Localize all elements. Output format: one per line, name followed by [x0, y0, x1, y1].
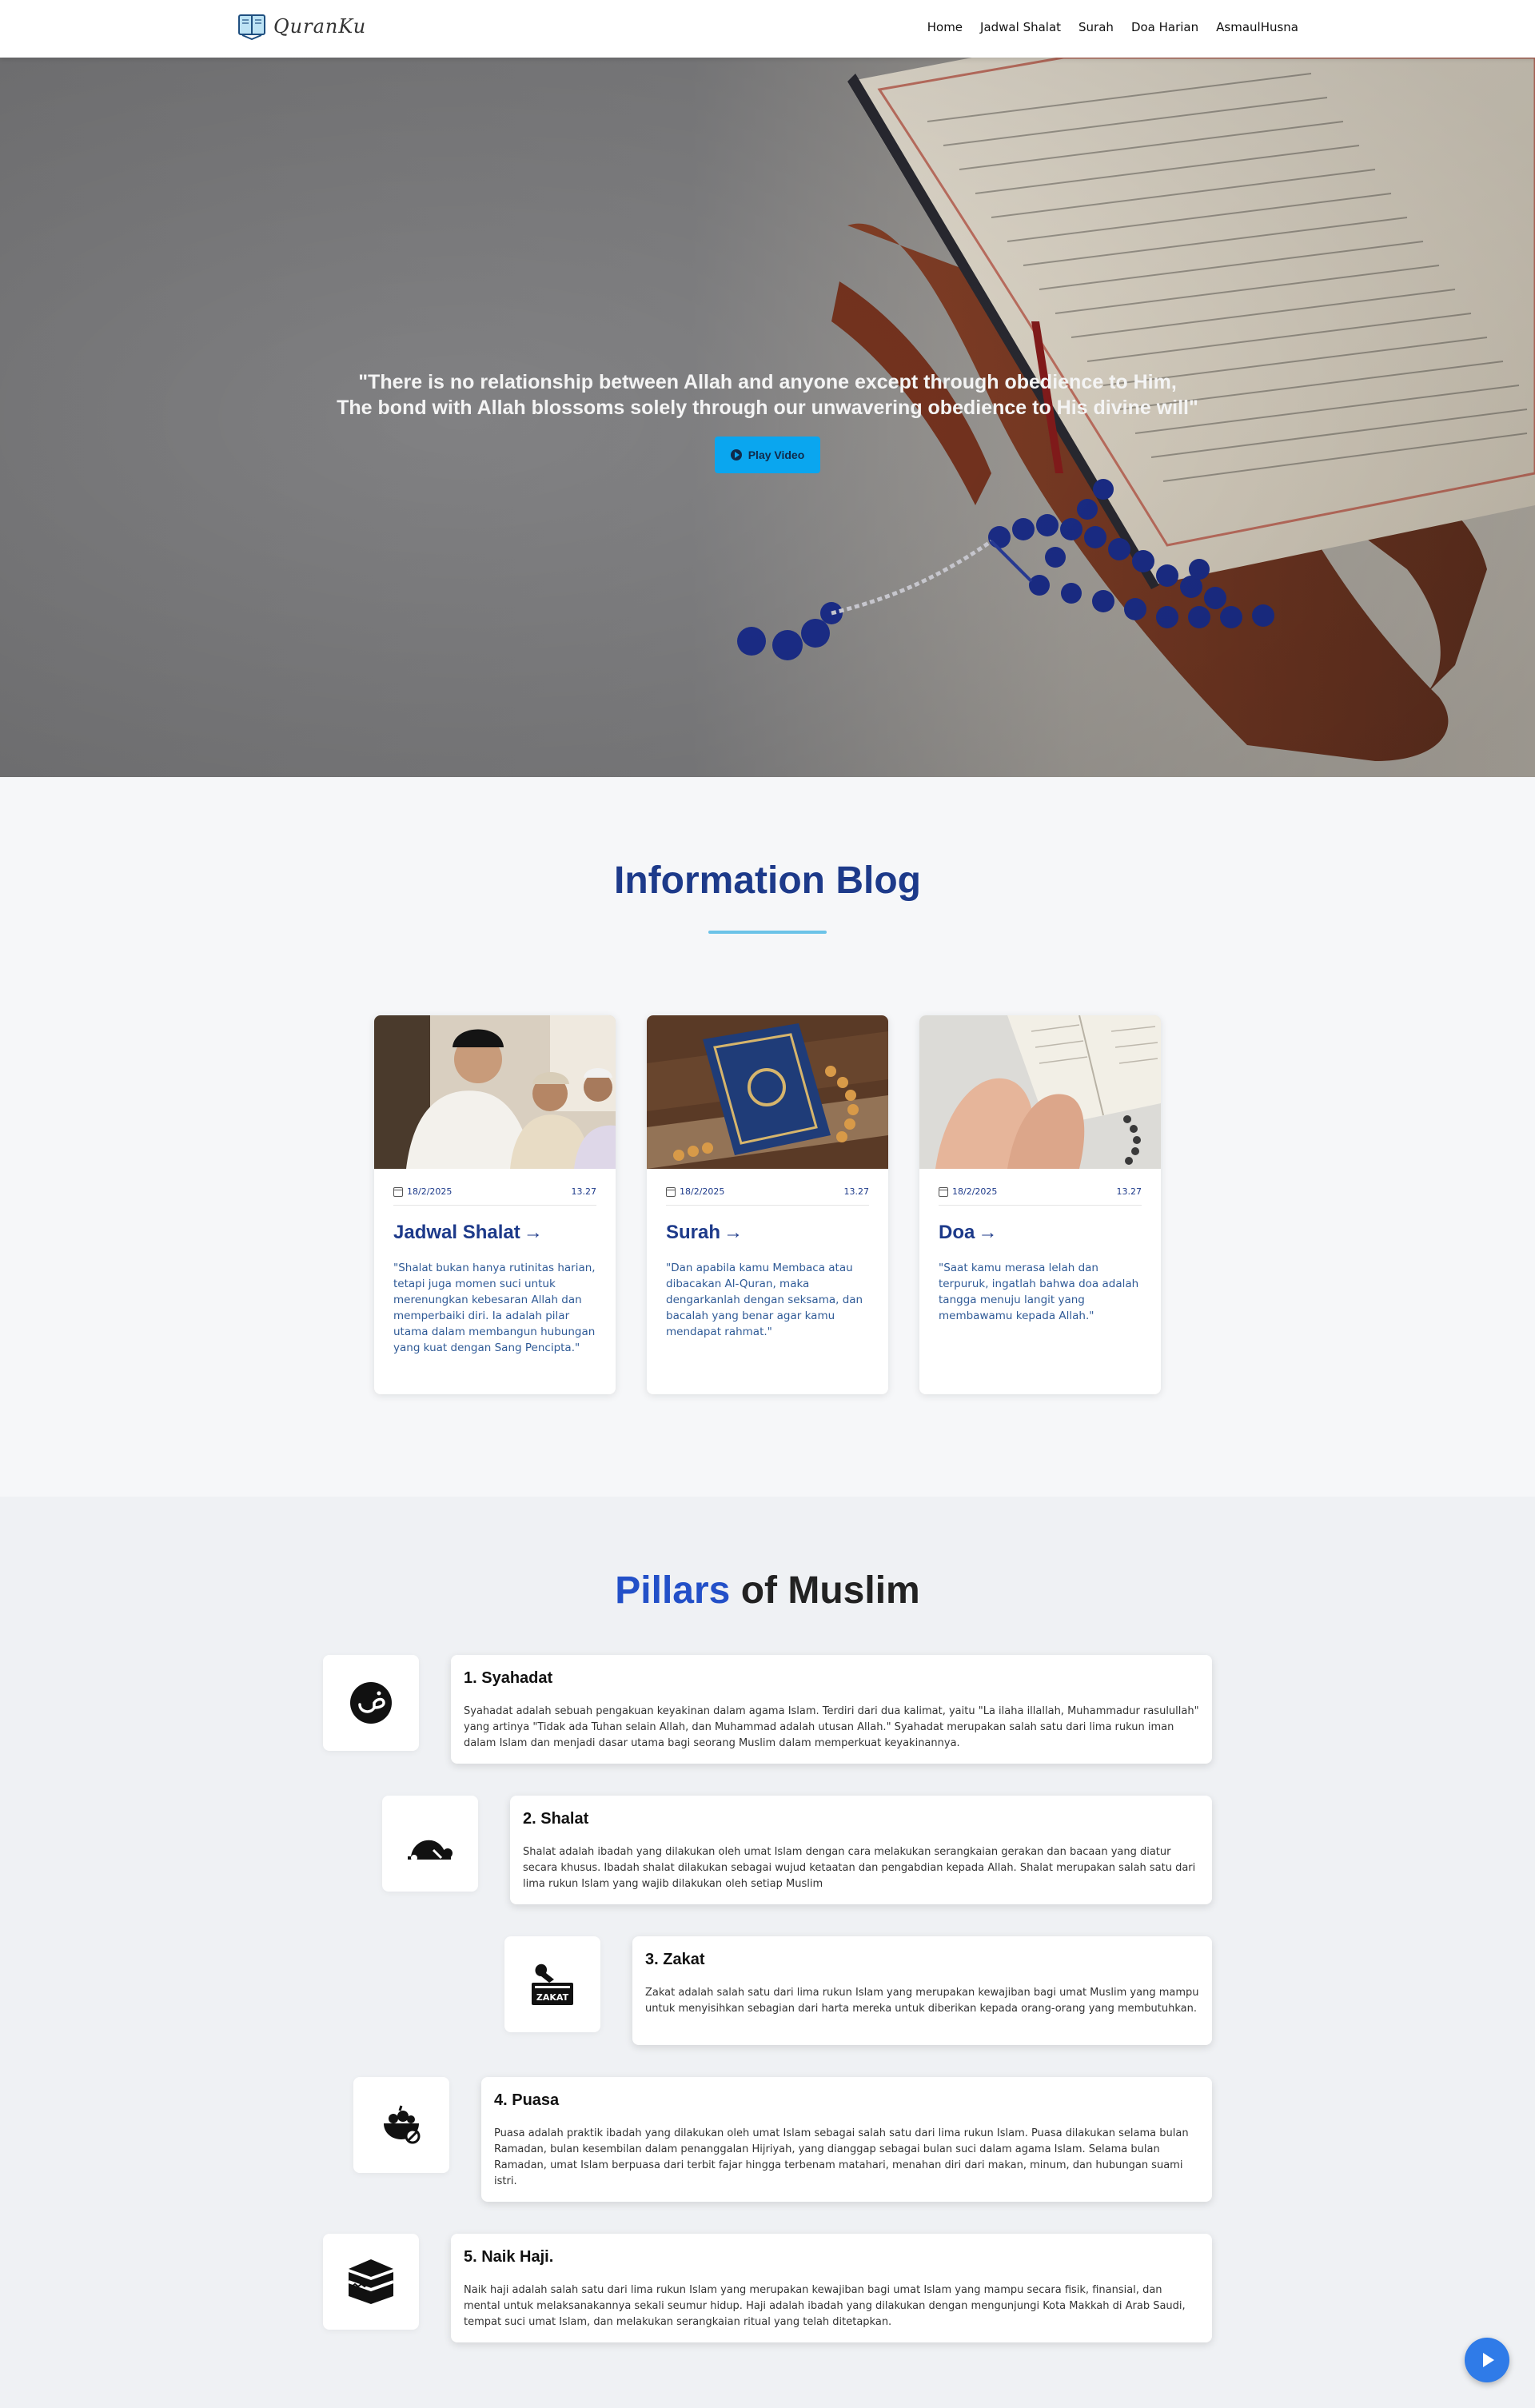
card-title[interactable]: Surah →	[666, 1222, 743, 1244]
card-date: 18/2/2025	[939, 1186, 997, 1197]
arrow-right-icon: →	[978, 1222, 998, 1243]
pillars-title-accent: Pillars	[615, 1569, 731, 1612]
prayer-icon	[408, 1840, 453, 1861]
play-icon	[1483, 2353, 1494, 2367]
nav-doa-harian[interactable]: Doa Harian	[1131, 20, 1198, 34]
card-title[interactable]: Doa →	[939, 1222, 997, 1244]
card-time: 13.27	[571, 1186, 597, 1197]
blog-card-doa[interactable]: 18/2/2025 13.27 Doa → "Saat kamu merasa l…	[919, 1015, 1161, 1394]
pillar-icon-box-puasa	[353, 2077, 449, 2173]
card-date: 18/2/2025	[393, 1186, 452, 1197]
arrow-right-icon: →	[523, 1222, 543, 1243]
pillars-title-rest: of Muslim	[730, 1569, 920, 1612]
pillar-card-zakat: 3. Zakat Zakat adalah salah satu dari li…	[632, 1936, 1212, 2045]
quran-with-beads-image	[647, 1015, 888, 1169]
pillar-card-naik-haji: 5. Naik Haji. Naik haji adalah salah sat…	[451, 2234, 1212, 2342]
pillars-title: Pillars of Muslim	[0, 1569, 1535, 1613]
arabic-letter-icon	[350, 1682, 392, 1724]
pillar-card-puasa: 4. Puasa Puasa adalah praktik ibadah yan…	[481, 2077, 1212, 2202]
blog-title-underline	[708, 931, 827, 934]
pillar-icon-box-zakat: ZAKAT	[504, 1936, 600, 2032]
zakat-box-icon: ZAKAT	[532, 1963, 573, 2005]
nav-jadwal-shalat[interactable]: Jadwal Shalat	[980, 20, 1061, 34]
card-meta: 18/2/2025 13.27	[666, 1186, 869, 1206]
pillar-title: 2. Shalat	[523, 1810, 589, 1828]
play-video-button[interactable]: Play Video	[715, 437, 820, 473]
praying-hands-image	[919, 1015, 1161, 1169]
calendar-icon	[393, 1186, 403, 1197]
card-time: 13.27	[1116, 1186, 1142, 1197]
play-circle-icon	[730, 449, 742, 460]
card-meta: 18/2/2025 13.27	[939, 1186, 1142, 1206]
floating-play-button[interactable]	[1465, 2338, 1509, 2382]
pillar-icon-box-syahadat	[323, 1655, 419, 1751]
card-excerpt: "Dan apabila kamu Membaca atau dibacakan…	[666, 1262, 863, 1338]
hero-section: "There is no relationship between Allah …	[0, 58, 1535, 777]
card-excerpt: "Saat kamu merasa lelah dan terpuruk, in…	[939, 1262, 1139, 1322]
pillar-title: 3. Zakat	[645, 1951, 705, 1968]
calendar-icon	[666, 1186, 676, 1197]
card-date-text: 18/2/2025	[952, 1186, 998, 1197]
kaaba-icon	[348, 2259, 394, 2304]
brand-name: QuranKu	[273, 15, 367, 38]
card-date-text: 18/2/2025	[680, 1186, 725, 1197]
pillar-description: Puasa adalah praktik ibadah yang dilakuk…	[494, 2127, 1189, 2187]
pillar-card-shalat: 2. Shalat Shalat adalah ibadah yang dila…	[510, 1796, 1212, 1904]
nav-asmaulhusna[interactable]: AsmaulHusna	[1216, 20, 1298, 34]
pillar-title: 1. Syahadat	[464, 1669, 553, 1687]
men-praying-image	[374, 1015, 616, 1169]
calendar-icon	[939, 1186, 948, 1197]
navbar: QuranKu Home Jadwal Shalat Surah Doa Har…	[0, 0, 1535, 58]
card-title-text: Jadwal Shalat	[393, 1222, 520, 1243]
card-meta: 18/2/2025 13.27	[393, 1186, 596, 1206]
pillar-card-syahadat: 1. Syahadat Syahadat adalah sebuah penga…	[451, 1655, 1212, 1764]
zakat-box-label: ZAKAT	[536, 1992, 569, 2003]
pillar-title: 5. Naik Haji.	[464, 2248, 554, 2266]
pillar-icon-box-naik-haji	[323, 2234, 419, 2330]
card-title[interactable]: Jadwal Shalat →	[393, 1222, 543, 1244]
card-date-text: 18/2/2025	[407, 1186, 453, 1197]
pillar-icon-box-shalat	[382, 1796, 478, 1892]
arrow-right-icon: →	[724, 1222, 744, 1243]
pillar-description: Syahadat adalah sebuah pengakuan keyakin…	[464, 1705, 1199, 1749]
card-excerpt: "Shalat bukan hanya rutinitas harian, te…	[393, 1262, 596, 1354]
hero-quote-line-1: "There is no relationship between Allah …	[358, 371, 1177, 393]
card-title-text: Surah	[666, 1222, 721, 1243]
blog-card-surah[interactable]: 18/2/2025 13.27 Surah → "Dan apabila kamu…	[647, 1015, 888, 1394]
nav-menu: Home Jadwal Shalat Surah Doa Harian Asma…	[927, 20, 1298, 34]
pillars-section: Pillars of Muslim 1. Syahadat Syahadat a…	[0, 1497, 1535, 2408]
quran-book-icon	[238, 14, 265, 40]
nav-home[interactable]: Home	[927, 20, 963, 34]
card-title-text: Doa	[939, 1222, 975, 1243]
card-date: 18/2/2025	[666, 1186, 724, 1197]
blog-card-jadwal-shalat[interactable]: 18/2/2025 13.27 Jadwal Shalat → "Shalat b…	[374, 1015, 616, 1394]
hero-quote-line-2: The bond with Allah blossoms solely thro…	[337, 397, 1198, 419]
blog-title: Information Blog	[614, 859, 921, 902]
pillar-description: Zakat adalah salah satu dari lima rukun …	[645, 1987, 1199, 2015]
brand-logo[interactable]: QuranKu	[237, 13, 366, 40]
play-video-label: Play Video	[748, 449, 805, 461]
information-blog-section: Information Blog 18/2/2025 13.27 Jadwal …	[0, 777, 1535, 1497]
fasting-bowl-icon	[384, 2105, 421, 2144]
pillar-description: Shalat adalah ibadah yang dilakukan oleh…	[523, 1846, 1196, 1890]
card-time: 13.27	[843, 1186, 870, 1197]
nav-surah[interactable]: Surah	[1078, 20, 1114, 34]
pillar-title: 4. Puasa	[494, 2091, 560, 2109]
pillar-description: Naik haji adalah salah satu dari lima ru…	[464, 2284, 1186, 2328]
hero-quote: "There is no relationship between Allah …	[288, 369, 1247, 421]
